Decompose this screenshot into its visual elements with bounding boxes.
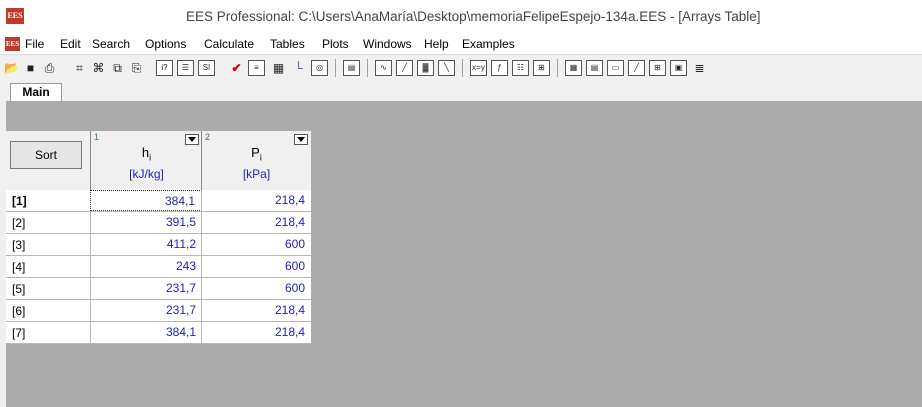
menu-bar: EES File Edit Search Options Calculate T… — [0, 34, 922, 54]
cell-p[interactable]: 600 — [201, 256, 311, 277]
menu-options[interactable]: Options — [145, 37, 186, 51]
units-icon[interactable]: SI — [198, 60, 215, 76]
cell-p[interactable]: 218,4 — [201, 300, 311, 321]
toolbar-separator — [367, 59, 368, 77]
cell-p[interactable]: 218,4 — [201, 190, 311, 211]
table-row[interactable]: [1] 384,1 218,4 — [6, 190, 311, 212]
cell-p[interactable]: 218,4 — [201, 212, 311, 233]
find-next-icon[interactable]: ⌘ — [90, 60, 107, 76]
column-dropdown-icon[interactable] — [185, 134, 199, 145]
table-row[interactable]: [6] 231,7 218,4 — [6, 300, 311, 322]
plot-icon[interactable]: └ — [290, 60, 307, 76]
column-variable: hi — [141, 145, 152, 163]
function-icon[interactable]: ƒ — [491, 60, 508, 76]
menu-file[interactable]: File — [25, 37, 44, 51]
row-label[interactable]: [3] — [12, 238, 25, 252]
column-variable: Pi — [251, 145, 262, 163]
calculator-icon[interactable]: ☰ — [177, 60, 194, 76]
column-dropdown-icon[interactable] — [294, 134, 308, 145]
cell-h[interactable]: 231,7 — [90, 300, 202, 321]
sort-button[interactable]: Sort — [10, 141, 82, 169]
align-icon[interactable]: ≣ — [691, 60, 708, 76]
toolbar-separator — [335, 59, 336, 77]
table-row[interactable]: [5] 231,7 600 — [6, 278, 311, 300]
plot-window-icon[interactable]: ╱ — [628, 60, 645, 76]
row-label[interactable]: [1] — [12, 194, 27, 208]
tab-main[interactable]: Main — [10, 83, 62, 101]
window-title: EES Professional: C:\Users\AnaMaría\Desk… — [186, 9, 761, 24]
menu-plots[interactable]: Plots — [322, 37, 349, 51]
table-row[interactable]: [2] 391,5 218,4 — [6, 212, 311, 234]
print-icon[interactable]: ⎙ — [41, 60, 58, 76]
menu-help[interactable]: Help — [424, 37, 449, 51]
line-plot-icon[interactable]: ∿ — [375, 60, 392, 76]
form-icon[interactable]: ☷ — [512, 60, 529, 76]
find-icon[interactable]: ⌗ — [71, 60, 88, 76]
cell-p[interactable]: 218,4 — [201, 322, 311, 343]
xy-function-icon[interactable]: x=y — [470, 60, 487, 76]
open-icon[interactable]: 📂 — [3, 60, 20, 76]
row-label[interactable]: [2] — [12, 216, 25, 230]
cell-p[interactable]: 600 — [201, 278, 311, 299]
row-label[interactable]: [4] — [12, 260, 25, 274]
info-icon[interactable]: i? — [156, 60, 173, 76]
cell-p[interactable]: 600 — [201, 234, 311, 255]
table-row[interactable]: [4] 243 600 — [6, 256, 311, 278]
cell-h[interactable]: 411,2 — [90, 234, 202, 255]
cell-h[interactable]: 384,1 — [90, 322, 202, 343]
menu-tables[interactable]: Tables — [270, 37, 305, 51]
diagram-icon[interactable]: ◎ — [311, 60, 328, 76]
column-number: 1 — [94, 132, 100, 142]
image-icon[interactable]: ▣ — [670, 60, 687, 76]
menu-calculate[interactable]: Calculate — [204, 37, 254, 51]
cell-h[interactable]: 384,1 — [90, 190, 202, 211]
title-bar: EES EES Professional: C:\Users\AnaMaría\… — [0, 0, 922, 35]
grid-icon[interactable]: ⊞ — [649, 60, 666, 76]
row-label[interactable]: [7] — [12, 326, 25, 340]
arrays-icon[interactable]: ▤ — [586, 60, 603, 76]
table-row[interactable]: [7] 384,1 218,4 — [6, 322, 311, 344]
toolbar-separator — [557, 59, 558, 77]
solve-icon[interactable]: ≡ — [248, 60, 265, 76]
menu-examples[interactable]: Examples — [462, 37, 515, 51]
ees-app-icon[interactable]: EES — [6, 8, 24, 24]
window-list-icon[interactable]: ▭ — [607, 60, 624, 76]
window-icon[interactable]: ▤ — [343, 60, 360, 76]
copy-icon[interactable]: ⧉ — [109, 60, 126, 76]
row-label[interactable]: [6] — [12, 304, 25, 318]
column-unit: [kJ/kg] — [129, 167, 164, 181]
save-icon[interactable]: ■ — [22, 60, 39, 76]
bar-plot-icon[interactable]: ▓ — [417, 60, 434, 76]
menu-edit[interactable]: Edit — [60, 37, 81, 51]
tab-bar: Main — [0, 81, 922, 101]
cell-h[interactable]: 243 — [90, 256, 202, 277]
parametric-icon[interactable]: ▦ — [565, 60, 582, 76]
check-icon[interactable]: ✔ — [228, 60, 245, 76]
cell-h[interactable]: 231,7 — [90, 278, 202, 299]
column-unit: [kPa] — [242, 167, 271, 181]
paste-icon[interactable]: ⎘ — [128, 60, 145, 76]
column-number: 2 — [205, 132, 211, 142]
menu-search[interactable]: Search — [92, 37, 130, 51]
column-header-h[interactable]: 1 hi [kJ/kg] — [90, 131, 202, 190]
toolbar: 📂 ■ ⎙ ⌗ ⌘ ⧉ ⎘ i? ☰ SI ✔ ≡ ▦ └ ◎ ▤ ∿ ╱ ▓ … — [0, 54, 922, 82]
cell-h[interactable]: 391,5 — [90, 212, 202, 233]
document-icon[interactable]: EES — [5, 37, 20, 51]
table-row[interactable]: [3] 411,2 600 — [6, 234, 311, 256]
toolbar-separator — [462, 59, 463, 77]
column-header-p[interactable]: 2 Pi [kPa] — [201, 131, 311, 190]
menu-windows[interactable]: Windows — [363, 37, 412, 51]
overlay-plot-icon[interactable]: ╲ — [438, 60, 455, 76]
xy-plot-icon[interactable]: ╱ — [396, 60, 413, 76]
table-icon[interactable]: ▦ — [270, 60, 287, 76]
row-label[interactable]: [5] — [12, 282, 25, 296]
lookup-icon[interactable]: ⊞ — [533, 60, 550, 76]
